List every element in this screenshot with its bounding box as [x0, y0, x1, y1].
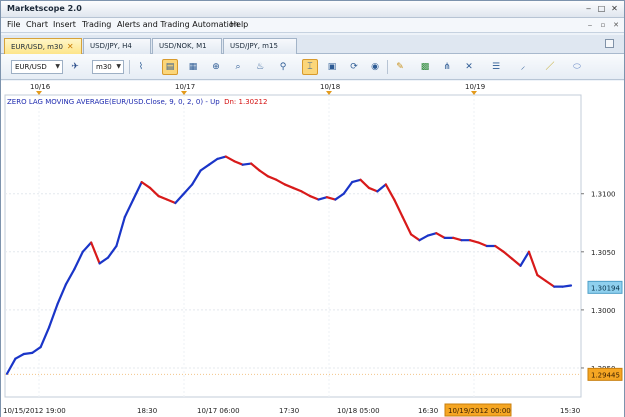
toolbar-separator — [387, 60, 388, 74]
fibonacci-icon[interactable]: ⋔ — [439, 59, 455, 75]
tab-label: USD/JPY, m15 — [230, 42, 278, 50]
trendline-icon[interactable]: ／ — [542, 59, 558, 75]
app-title: Marketscope 2.0 — [7, 4, 82, 13]
menu-bar: File Chart Insert Trading Alerts and Tra… — [1, 18, 624, 33]
candles-icon[interactable]: ▤ — [162, 59, 178, 75]
x-tick-label: 10/18 05:00 — [337, 407, 380, 415]
menu-chart[interactable]: Chart — [26, 20, 48, 29]
chart-toolbar: EUR/USD ▼ ✈ m30 ▼ ⌇ ▤ ▦ ⊕ ⌕ ♨ ⚲ ⌶ ▣ ⟳ ◉ ✎ … — [1, 54, 624, 80]
x-tick-label: 15:30 — [560, 407, 580, 415]
image-icon[interactable]: ▩ — [417, 59, 433, 75]
restore-window-icon[interactable] — [605, 39, 614, 48]
zoom-icon[interactable]: ⚲ — [275, 59, 291, 75]
magnet-icon[interactable]: ♨ — [252, 59, 268, 75]
timeframe-select[interactable]: m30 ▼ — [92, 60, 124, 74]
indicator-dn-value: Dn: 1.30212 — [224, 98, 268, 106]
mdi-restore-button[interactable]: ▫ — [598, 20, 608, 30]
chart-tab-bar: EUR/USD, m30 ✕ USD/JPY, H4 USD/NOK, M1 US… — [1, 35, 624, 54]
ruler-icon[interactable]: ✎ — [392, 59, 408, 75]
y-tick-label: 1.3100 — [591, 191, 616, 199]
date-label: 10/18 — [320, 83, 340, 91]
close-button[interactable]: ✕ — [608, 3, 621, 15]
menu-alerts-automation[interactable]: Alerts and Trading Automation — [117, 20, 239, 29]
x-tick-label: 10/15/2012 19:00 — [3, 407, 66, 415]
y-tick-label: 1.3000 — [591, 307, 616, 315]
chart-type-icon[interactable]: ⌇ — [133, 59, 149, 75]
tab-label: USD/JPY, H4 — [90, 42, 132, 50]
instrument-select[interactable]: EUR/USD ▼ — [11, 60, 63, 74]
date-label: 10/17 — [175, 83, 195, 91]
instrument-options-icon[interactable]: ✈ — [67, 59, 83, 75]
date-marker — [471, 91, 477, 95]
tab-usdjpy-h4[interactable]: USD/JPY, H4 — [83, 38, 151, 54]
bars-icon[interactable]: ▦ — [185, 59, 201, 75]
link-icon[interactable]: ⌕ — [230, 59, 246, 75]
date-label: 10/19 — [465, 83, 485, 91]
current-price-label: 1.30194 — [591, 284, 620, 292]
low-price-label: 1.29445 — [591, 371, 620, 379]
x-tick-label: 17:30 — [279, 407, 299, 415]
date-marker — [326, 91, 332, 95]
title-bar: Marketscope 2.0 ‒ □ ✕ — [1, 1, 624, 18]
chevron-down-icon: ▼ — [116, 63, 121, 70]
close-tab-icon[interactable]: ✕ — [67, 42, 74, 51]
menu-help[interactable]: Help — [230, 20, 248, 29]
chart-canvas[interactable]: 1.31001.30501.30001.295010/1610/1710/181… — [1, 81, 624, 417]
tab-usdjpy-m15[interactable]: USD/JPY, m15 — [223, 38, 297, 54]
globe-icon[interactable]: ◉ — [367, 59, 383, 75]
tab-label: EUR/USD, m30 — [11, 43, 63, 51]
chevron-down-icon: ▼ — [55, 63, 60, 70]
minimize-button[interactable]: ‒ — [582, 3, 595, 15]
price-chart[interactable]: 1.31001.30501.30001.295010/1610/1710/181… — [1, 81, 624, 417]
date-marker — [36, 91, 42, 95]
mdi-minimize-button[interactable]: ‒ — [585, 20, 595, 30]
instrument-value: EUR/USD — [15, 63, 47, 71]
ma-up-segment — [22, 351, 34, 356]
tab-eurusd-m30[interactable]: EUR/USD, m30 ✕ — [4, 38, 82, 54]
toolbar-separator — [129, 60, 130, 74]
pen-icon[interactable]: ⸝ — [515, 59, 531, 75]
ma-up-segment — [561, 284, 573, 288]
x-tick-label: 18:30 — [137, 407, 157, 415]
crosshair-icon[interactable]: ⊕ — [208, 59, 224, 75]
tab-usdnok-m1[interactable]: USD/NOK, M1 — [152, 38, 222, 54]
ma-up-segment — [241, 162, 253, 166]
tab-label: USD/NOK, M1 — [159, 42, 207, 50]
date-label: 10/16 — [30, 83, 51, 91]
trendline-tool-icon[interactable]: ✕ — [461, 59, 477, 75]
application-window: Marketscope 2.0 ‒ □ ✕ File Chart Insert … — [0, 0, 625, 417]
refresh-icon[interactable]: ⟳ — [346, 59, 362, 75]
indicator-label: ZERO LAG MOVING AVERAGE(EUR/USD.Close, 9… — [7, 98, 267, 106]
date-marker — [181, 91, 187, 95]
menu-file[interactable]: File — [7, 20, 20, 29]
menu-trading[interactable]: Trading — [82, 20, 111, 29]
crosshair-time-label: 10/19/2012 00:00 — [448, 407, 511, 415]
timeframe-value: m30 — [96, 63, 112, 71]
indicator-name: ZERO LAG MOVING AVERAGE(EUR/USD.Close, 9… — [7, 98, 220, 106]
x-tick-label: 16:30 — [418, 407, 438, 415]
ellipse-icon[interactable]: ⬭ — [569, 59, 585, 75]
mdi-close-button[interactable]: ✕ — [611, 20, 621, 30]
menu-insert[interactable]: Insert — [53, 20, 76, 29]
y-tick-label: 1.3050 — [591, 249, 616, 257]
maximize-button[interactable]: □ — [595, 3, 608, 15]
x-tick-label: 10/17 06:00 — [197, 407, 240, 415]
snapshot-icon[interactable]: ▣ — [324, 59, 340, 75]
lines-icon[interactable]: ☰ — [488, 59, 504, 75]
cursor-icon[interactable]: ⌶ — [302, 59, 318, 75]
